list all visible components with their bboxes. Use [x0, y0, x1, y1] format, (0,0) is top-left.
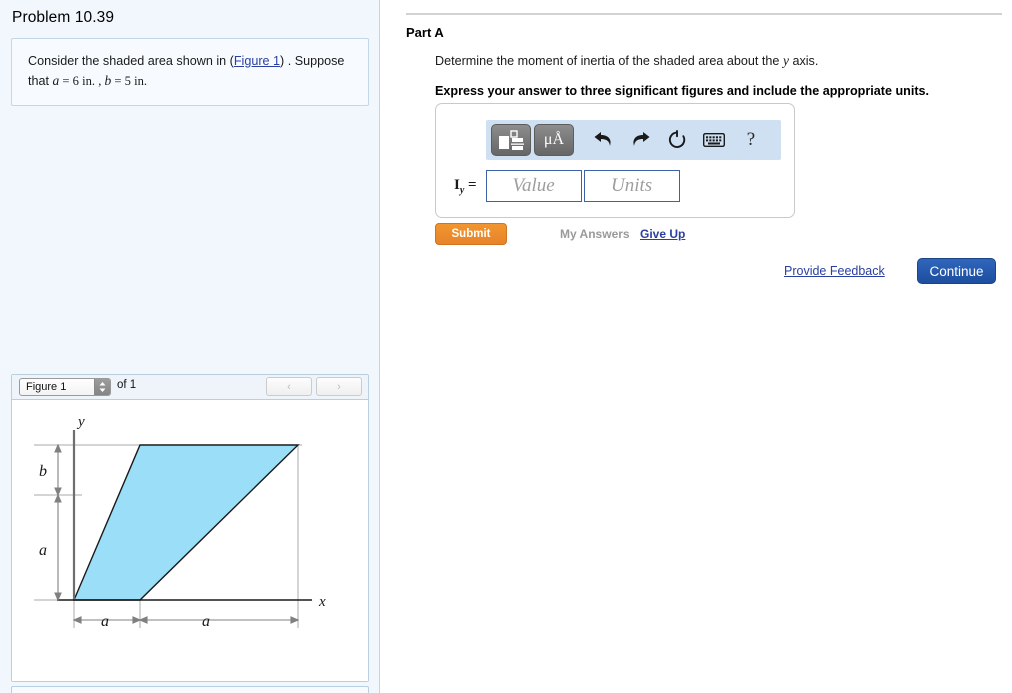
undo-icon — [594, 131, 611, 146]
keyboard-icon — [703, 133, 725, 147]
part-a-prompt: Determine the moment of inertia of the s… — [435, 52, 1005, 70]
question-box: Consider the shaded area shown in (Figur… — [11, 38, 369, 106]
figure-select-label: Figure 1 — [26, 381, 67, 393]
figure-nav: ‹ › — [266, 377, 362, 396]
units-button-label: μÅ — [543, 131, 565, 148]
value-b: = 5 in. — [111, 74, 148, 88]
dimension-b — [54, 443, 62, 497]
dimension-a-left-label: a — [101, 613, 109, 630]
provide-feedback-link[interactable]: Provide Feedback — [784, 264, 885, 278]
answer-units-input[interactable]: Units — [583, 170, 680, 202]
answer-label: Iy = — [454, 177, 477, 196]
undo-button[interactable] — [586, 124, 620, 156]
shaded-region — [72, 444, 300, 601]
figure-body: y x b a a a — [12, 400, 368, 681]
chevron-updown-icon — [99, 382, 106, 392]
y-axis-label: y — [76, 414, 85, 430]
left-panel: Problem 10.39 Consider the shaded area s… — [0, 0, 380, 693]
my-answers-link[interactable]: My Answers — [560, 227, 630, 241]
help-button[interactable]: ? — [734, 124, 768, 156]
reset-circle-icon — [668, 130, 686, 148]
give-up-link[interactable]: Give Up — [640, 227, 685, 241]
prompt-post: axis. — [788, 54, 819, 68]
figure-next-button[interactable]: › — [316, 377, 362, 396]
dimension-a-vertical — [54, 493, 62, 602]
dimension-a-vertical-label: a — [39, 542, 47, 559]
redo-button[interactable] — [623, 124, 657, 156]
part-a-instruction: Express your answer to three significant… — [435, 84, 930, 98]
stepper-icon[interactable] — [94, 379, 110, 395]
answer-card: μÅ ? Iy = Value Units — [435, 103, 795, 218]
keyboard-button[interactable] — [697, 124, 731, 156]
answer-label-equals: = — [468, 176, 477, 193]
shaded-area-diagram: y x b a a a — [34, 414, 326, 630]
figure-1-link[interactable]: Figure 1 — [234, 54, 280, 68]
redo-icon — [632, 131, 649, 146]
answer-label-subscript: y — [459, 184, 465, 196]
math-template-icon — [499, 130, 524, 150]
x-axis-label: x — [318, 594, 326, 610]
part-a-body: Determine the moment of inertia of the s… — [435, 52, 1005, 98]
figure-prev-button[interactable]: ‹ — [266, 377, 312, 396]
value-a: = 6 in. , — [59, 74, 105, 88]
section-divider — [406, 13, 1002, 15]
lower-panel-stub — [11, 686, 369, 693]
units-button[interactable]: μÅ — [534, 124, 574, 156]
figure-select[interactable]: Figure 1 — [19, 378, 111, 396]
math-toolbar: μÅ ? — [486, 120, 781, 160]
part-a-title: Part A — [406, 25, 444, 40]
submit-button[interactable]: Submit — [435, 223, 507, 245]
page-root: Problem 10.39 Consider the shaded area s… — [0, 0, 1012, 693]
reset-button[interactable] — [660, 124, 694, 156]
prompt-pre: Determine the moment of inertia of the s… — [435, 54, 783, 68]
dimension-a-right — [138, 616, 300, 624]
continue-button[interactable]: Continue — [917, 258, 996, 284]
question-text-pre: Consider the shaded area shown in ( — [28, 54, 234, 68]
figure-count-label: of 1 — [117, 379, 137, 391]
math-template-button[interactable] — [491, 124, 531, 156]
dimension-b-label: b — [39, 463, 47, 480]
dimension-a-right-label: a — [202, 613, 210, 630]
figure-panel: Figure 1 of 1 ‹ › y x b a a a — [11, 374, 369, 682]
page-title: Problem 10.39 — [12, 9, 115, 26]
question-text: Consider the shaded area shown in (Figur… — [28, 52, 352, 91]
answer-row: Iy = Value Units — [454, 170, 680, 202]
answer-value-input[interactable]: Value — [485, 170, 582, 202]
right-panel: Part A Determine the moment of inertia o… — [381, 0, 1012, 693]
figure-toolbar: Figure 1 of 1 ‹ › — [12, 375, 368, 400]
